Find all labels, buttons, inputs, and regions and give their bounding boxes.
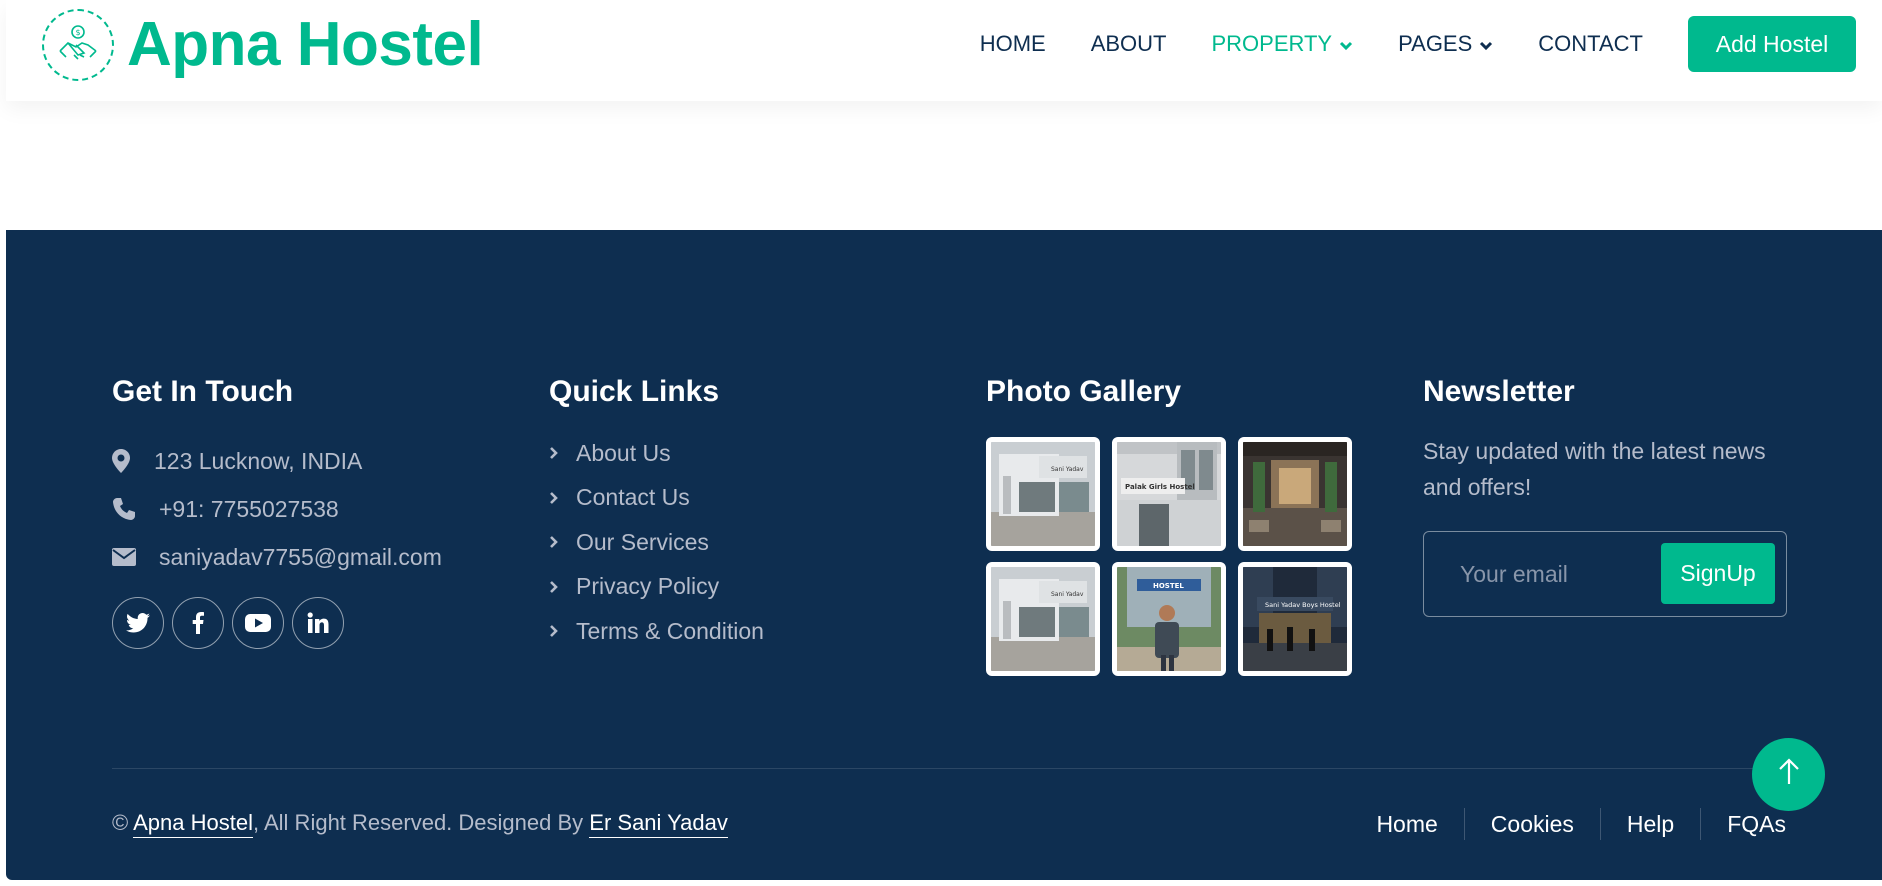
nav-pages[interactable]: PAGES bbox=[1398, 31, 1493, 57]
contact-heading: Get In Touch bbox=[112, 375, 294, 408]
page: $ Apna Hostel HOME ABOUT PROPERTY PAGES bbox=[6, 0, 1882, 880]
footer-nav: Home Cookies Help FQAs bbox=[1376, 808, 1786, 840]
quick-link-terms[interactable]: Terms & Condition bbox=[549, 609, 764, 654]
gallery-image-student[interactable]: HOSTEL bbox=[1112, 562, 1226, 676]
brand-logo[interactable]: $ Apna Hostel bbox=[42, 9, 484, 81]
back-to-top-button[interactable] bbox=[1752, 738, 1825, 811]
contact-email-text[interactable]: saniyadav7755@gmail.com bbox=[159, 544, 442, 571]
phone-icon bbox=[112, 497, 145, 521]
linkedin-icon[interactable] bbox=[292, 597, 344, 649]
newsletter-heading: Newsletter bbox=[1423, 375, 1575, 408]
quick-link-about[interactable]: About Us bbox=[549, 431, 764, 476]
copyright-site-link[interactable]: Apna Hostel bbox=[133, 810, 253, 838]
gallery-sign-text: HOSTEL bbox=[1153, 582, 1184, 590]
chevron-right-icon bbox=[549, 491, 576, 505]
gallery-image-girls-hostel[interactable]: Palak Girls Hostel bbox=[1112, 437, 1226, 551]
chevron-down-icon bbox=[1339, 31, 1353, 57]
chevron-down-icon bbox=[1479, 31, 1493, 57]
nav-about-label: ABOUT bbox=[1090, 31, 1167, 56]
footer-link-help[interactable]: Help bbox=[1627, 811, 1674, 838]
footer-nav-separator bbox=[1599, 808, 1601, 840]
main-nav: HOME ABOUT PROPERTY PAGES CONTACT Add Ho… bbox=[980, 16, 1882, 72]
copyright-symbol: © bbox=[112, 810, 129, 835]
gallery-image-boys-hostel-night[interactable]: Sani Yadav Boys Hostel bbox=[1238, 562, 1352, 676]
nav-property-label: PROPERTY bbox=[1211, 31, 1333, 56]
nav-home-label: HOME bbox=[979, 31, 1046, 56]
twitter-icon[interactable] bbox=[112, 597, 164, 649]
quick-links-list: About Us Contact Us Our Services Privacy… bbox=[549, 431, 764, 654]
map-marker-icon bbox=[112, 449, 140, 473]
newsletter-form: SignUp bbox=[1423, 531, 1787, 617]
signup-button[interactable]: SignUp bbox=[1661, 543, 1775, 604]
nav-pages-label: PAGES bbox=[1398, 31, 1473, 56]
quick-link-contact[interactable]: Contact Us bbox=[549, 476, 764, 521]
contact-address: 123 Lucknow, INDIA bbox=[112, 437, 442, 485]
contact-email: saniyadav7755@gmail.com bbox=[112, 533, 442, 581]
contact-phone: +91: 7755027538 bbox=[112, 485, 442, 533]
newsletter-column: Newsletter Stay updated with the latest … bbox=[1423, 375, 1803, 617]
handshake-icon: $ bbox=[42, 9, 114, 81]
quick-link-label: Contact Us bbox=[576, 484, 690, 511]
nav-contact[interactable]: CONTACT bbox=[1538, 31, 1643, 57]
quick-links-column: Quick Links About Us Contact Us Our Serv… bbox=[549, 375, 764, 654]
facebook-icon[interactable] bbox=[172, 597, 224, 649]
quick-link-privacy[interactable]: Privacy Policy bbox=[549, 565, 764, 610]
footer-link-home[interactable]: Home bbox=[1376, 811, 1437, 838]
footer-link-faqs[interactable]: FQAs bbox=[1727, 811, 1786, 838]
photo-gallery: Sani Yadav Palak Girls Hostel Sani Yadav… bbox=[986, 437, 1352, 676]
youtube-icon[interactable] bbox=[232, 597, 284, 649]
gallery-image-hostel-building[interactable]: Sani Yadav bbox=[986, 437, 1100, 551]
arrow-up-icon bbox=[1778, 758, 1800, 791]
quick-link-label: Our Services bbox=[576, 528, 709, 555]
footer-nav-separator bbox=[1463, 808, 1465, 840]
gallery-image-lobby[interactable] bbox=[1238, 437, 1352, 551]
chevron-right-icon bbox=[549, 624, 576, 638]
add-hostel-button[interactable]: Add Hostel bbox=[1688, 16, 1856, 72]
envelope-icon bbox=[112, 548, 145, 566]
contact-phone-text: +91: 7755027538 bbox=[159, 495, 339, 522]
newsletter-email-input[interactable] bbox=[1438, 544, 1638, 604]
newsletter-text: Stay updated with the latest news and of… bbox=[1423, 438, 1766, 500]
site-header: $ Apna Hostel HOME ABOUT PROPERTY PAGES bbox=[6, 0, 1882, 101]
quick-links-heading: Quick Links bbox=[549, 375, 720, 408]
footer-nav-separator bbox=[1700, 808, 1702, 840]
quick-link-label: Privacy Policy bbox=[576, 573, 720, 600]
quick-link-label: Terms & Condition bbox=[576, 617, 764, 644]
brand-name: Apna Hostel bbox=[127, 10, 484, 79]
copyright-text: , All Right Reserved. Designed By bbox=[252, 810, 584, 835]
nav-contact-label: CONTACT bbox=[1538, 31, 1643, 56]
gallery-sign-text: Sani Yadav bbox=[1051, 466, 1084, 473]
footer-link-cookies[interactable]: Cookies bbox=[1491, 811, 1574, 838]
gallery-column: Photo Gallery Sani Yadav Palak Girls Hos… bbox=[986, 375, 1352, 676]
gallery-heading: Photo Gallery bbox=[986, 375, 1182, 408]
nav-property[interactable]: PROPERTY bbox=[1211, 31, 1353, 57]
quick-link-services[interactable]: Our Services bbox=[549, 520, 764, 565]
svg-text:$: $ bbox=[75, 28, 80, 37]
chevron-right-icon bbox=[549, 535, 576, 549]
quick-link-label: About Us bbox=[576, 439, 671, 466]
copyright: © Apna Hostel, All Right Reserved. Desig… bbox=[112, 810, 728, 838]
gallery-sign-text: Sani Yadav bbox=[1051, 591, 1084, 598]
chevron-right-icon bbox=[549, 580, 576, 594]
contact-column: Get In Touch 123 Lucknow, INDIA +91: 775… bbox=[112, 375, 442, 649]
footer-divider bbox=[112, 768, 1792, 769]
gallery-sign-text: Palak Girls Hostel bbox=[1125, 483, 1195, 491]
gallery-sign-text: Sani Yadav Boys Hostel bbox=[1265, 601, 1341, 609]
gallery-image-hostel-building-2[interactable]: Sani Yadav bbox=[986, 562, 1100, 676]
chevron-right-icon bbox=[549, 446, 576, 460]
social-links bbox=[112, 597, 442, 649]
designer-link[interactable]: Er Sani Yadav bbox=[589, 810, 728, 838]
nav-home[interactable]: HOME bbox=[980, 31, 1046, 57]
site-footer: Get In Touch 123 Lucknow, INDIA +91: 775… bbox=[6, 230, 1882, 880]
nav-about[interactable]: ABOUT bbox=[1091, 31, 1167, 57]
contact-address-text: 123 Lucknow, INDIA bbox=[154, 447, 363, 474]
